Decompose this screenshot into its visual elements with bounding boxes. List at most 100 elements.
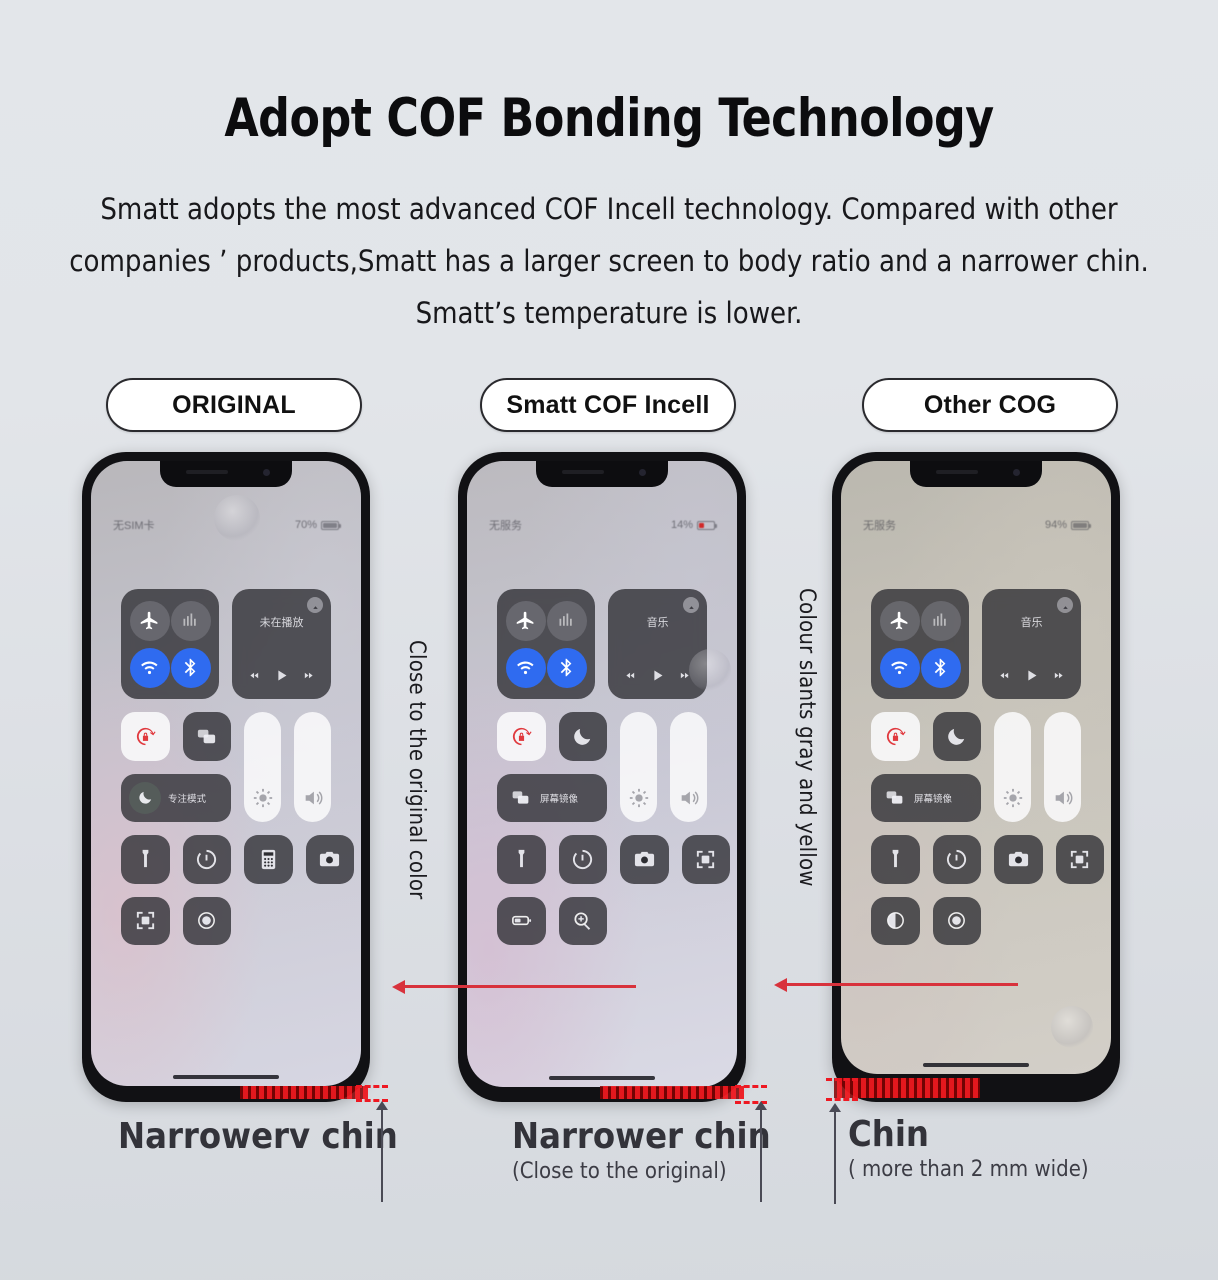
volume-slider[interactable]	[1044, 712, 1081, 822]
rewind-icon[interactable]	[997, 670, 1012, 681]
label-pill-other-cog: Other COG	[862, 378, 1118, 432]
earpiece-speaker	[562, 470, 604, 474]
now-playing-widget[interactable]: 音乐	[982, 589, 1081, 699]
focus-mode-label: 专注模式	[168, 793, 207, 805]
airplay-icon[interactable]	[1057, 597, 1073, 613]
rotation-lock-toggle[interactable]	[497, 712, 546, 761]
caption-original-chin: Narrowerv chin	[118, 1116, 398, 1159]
qr-scanner-button[interactable]	[681, 835, 730, 884]
airplane-mode-icon[interactable]	[129, 600, 170, 641]
camera-button[interactable]	[620, 835, 669, 884]
now-playing-label: 音乐	[1020, 617, 1043, 629]
status-bar: 无服务 94%	[841, 517, 1111, 533]
chin-measure-highlight	[600, 1086, 744, 1099]
status-carrier: 无服务	[489, 520, 522, 532]
volume-slider[interactable]	[294, 712, 331, 822]
now-playing-widget[interactable]: 音乐	[608, 589, 707, 699]
qr-scanner-button[interactable]	[1055, 835, 1104, 884]
wifi-icon[interactable]	[879, 647, 920, 688]
connectivity-tile[interactable]	[871, 589, 970, 699]
rewind-icon[interactable]	[623, 670, 638, 681]
brightness-slider[interactable]	[994, 712, 1031, 822]
front-camera-icon	[263, 469, 270, 476]
screen-mirroring-tile[interactable]: 屏幕镜像	[871, 773, 981, 822]
timer-button[interactable]	[558, 835, 607, 884]
volume-slider[interactable]	[670, 712, 707, 822]
rotation-lock-toggle[interactable]	[871, 712, 920, 761]
play-icon[interactable]	[650, 667, 665, 684]
qr-scanner-button[interactable]	[121, 896, 170, 945]
flashlight-toggle[interactable]	[497, 835, 546, 884]
cellular-data-icon[interactable]	[920, 600, 961, 641]
connectivity-tile[interactable]	[121, 589, 220, 699]
focus-mode-tile[interactable]: 专注模式	[121, 773, 231, 822]
subtitle-line-2: companies ’ products,Smatt has a larger …	[69, 244, 1149, 278]
status-battery-percent: 14%	[670, 519, 693, 531]
flashlight-toggle[interactable]	[121, 835, 170, 884]
brightness-slider[interactable]	[244, 712, 281, 822]
now-playing-label: 未在播放	[259, 617, 304, 629]
label-pill-original: ORIGINAL	[106, 378, 362, 432]
red-arrow-left-2	[786, 983, 1018, 986]
play-icon[interactable]	[1024, 667, 1039, 684]
screen-mirroring-tile[interactable]: 屏幕镜像	[497, 773, 607, 822]
caption-subtitle: (Close to the original)	[512, 1159, 727, 1184]
low-power-mode-button[interactable]	[497, 896, 546, 945]
cellular-data-icon[interactable]	[546, 600, 587, 641]
battery-icon	[697, 520, 717, 530]
fast-forward-icon[interactable]	[1051, 670, 1066, 681]
chin-dash-bottom-3	[826, 1098, 858, 1101]
annotation-colour-slants-gray-yellow: Colour slants gray and yellow	[794, 588, 819, 887]
camera-button[interactable]	[994, 835, 1043, 884]
caption-title: Chin	[848, 1114, 929, 1155]
bluetooth-icon[interactable]	[546, 647, 587, 688]
rewind-icon[interactable]	[247, 670, 262, 681]
fast-forward-icon[interactable]	[301, 670, 316, 681]
front-camera-icon	[1013, 469, 1020, 476]
label-pill-smatt-cof-incell: Smatt COF Incell	[480, 378, 736, 432]
do-not-disturb-toggle[interactable]	[932, 712, 981, 761]
earpiece-speaker	[186, 470, 228, 474]
battery-icon	[321, 520, 341, 530]
do-not-disturb-toggle[interactable]	[558, 712, 607, 761]
timer-button[interactable]	[182, 835, 231, 884]
camera-button[interactable]	[305, 835, 354, 884]
chin-measure-highlight	[240, 1086, 368, 1099]
phone-original: 无SIM卡 70% 未在播放 专注模式	[82, 452, 370, 1102]
status-battery-percent: 70%	[294, 519, 317, 531]
rotation-lock-toggle[interactable]	[121, 712, 170, 761]
wifi-icon[interactable]	[129, 647, 170, 688]
flashlight-toggle[interactable]	[871, 835, 920, 884]
chin-dash-top-2	[735, 1085, 767, 1088]
airplane-mode-icon[interactable]	[879, 600, 920, 641]
caption-title: Narrowerv chin	[118, 1116, 398, 1157]
cellular-data-icon[interactable]	[170, 600, 211, 641]
brightness-slider[interactable]	[620, 712, 657, 822]
bluetooth-icon[interactable]	[170, 647, 211, 688]
chin-measure-arrow-3	[834, 1110, 836, 1204]
fast-forward-icon[interactable]	[677, 670, 692, 681]
screen-mirroring-toggle[interactable]	[182, 712, 231, 761]
control-center: 音乐 屏幕镜像	[841, 589, 1111, 945]
timer-button[interactable]	[932, 835, 981, 884]
bluetooth-icon[interactable]	[920, 647, 961, 688]
notch	[536, 461, 668, 487]
airplay-icon[interactable]	[683, 597, 699, 613]
phone-screen-original: 无SIM卡 70% 未在播放 专注模式	[91, 461, 361, 1086]
calculator-button[interactable]	[244, 835, 293, 884]
dark-mode-button[interactable]	[871, 896, 920, 945]
screen-record-button[interactable]	[182, 896, 231, 945]
connectivity-tile[interactable]	[497, 589, 596, 699]
screen-record-button[interactable]	[932, 896, 981, 945]
magnifier-button[interactable]	[558, 896, 607, 945]
airplane-mode-icon[interactable]	[505, 600, 546, 641]
now-playing-label: 音乐	[646, 617, 669, 629]
play-icon[interactable]	[274, 667, 289, 684]
wifi-icon[interactable]	[505, 647, 546, 688]
screen-mirroring-label: 屏幕镜像	[914, 793, 953, 805]
airplay-icon[interactable]	[307, 597, 323, 613]
now-playing-widget[interactable]: 未在播放	[232, 589, 331, 699]
notch	[160, 461, 292, 487]
control-center: 音乐 屏幕镜像	[467, 589, 737, 945]
chin-dash-top-1	[356, 1085, 388, 1088]
